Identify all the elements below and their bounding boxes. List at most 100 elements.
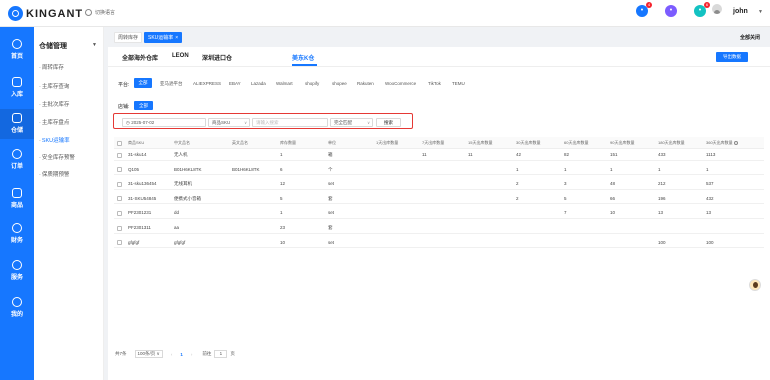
table-row: gfgfgf gfgfgf 10 set 100 100	[114, 237, 764, 249]
nav-item-warehouse[interactable]: 仓储	[0, 109, 34, 139]
customer-service-icon[interactable]: • 6	[694, 2, 710, 17]
submenu-item[interactable]: -主库存盘点	[39, 118, 69, 126]
nav-item-inbound[interactable]: 入库	[0, 73, 34, 103]
platform-option[interactable]: TikTok	[428, 81, 441, 86]
search-button[interactable]: 搜索	[376, 118, 401, 127]
user-icon	[12, 297, 22, 307]
nav-item-order[interactable]: 订单	[0, 145, 34, 175]
page-tab[interactable]: 周转库存	[114, 32, 143, 43]
col-header: 中文品名	[174, 140, 190, 145]
warehouse-tab[interactable]: LEON	[172, 53, 189, 59]
nav-item-product[interactable]: 商品	[0, 184, 34, 214]
platform-option[interactable]: WooCommerce	[385, 81, 416, 86]
platform-option[interactable]: ALIEXPRESS	[193, 81, 221, 86]
platform-option[interactable]: Walmart	[276, 81, 293, 86]
nav-item-home[interactable]: 首页	[0, 35, 34, 65]
platform-option[interactable]: EBAY	[229, 81, 241, 86]
submenu-item[interactable]: -主库存查询	[39, 82, 69, 90]
submenu-item-active[interactable]: -SKU运输率	[39, 136, 70, 144]
platform-all-button[interactable]: 全部	[134, 78, 152, 88]
table-cell: 1	[658, 166, 661, 172]
nav-item-finance[interactable]: 财务	[0, 219, 34, 249]
platform-option[interactable]: TEMU	[452, 81, 465, 86]
table-cell: 无线耳机	[174, 181, 192, 187]
keyword-input[interactable]: 请输入搜索	[252, 118, 328, 127]
table-cell: aa	[174, 225, 180, 230]
table-cell: 212	[658, 181, 666, 187]
product-icon	[12, 188, 22, 198]
language-switcher[interactable]: 切换语言	[85, 9, 115, 16]
table-cell: 196	[658, 195, 666, 201]
row-checkbox[interactable]	[117, 152, 122, 158]
table-row: 31-sku136454 无线耳机 12 set 2 3 48 212 537	[114, 178, 764, 190]
table-cell: 1	[280, 152, 283, 157]
platform-option[interactable]: 亚马逊平台	[160, 81, 183, 87]
message-icon[interactable]: •	[665, 5, 677, 17]
page-size-select[interactable]: 100条/页 ∨	[134, 350, 163, 358]
table-cell: 5	[564, 195, 567, 201]
goto-page-input[interactable]: 1	[214, 350, 228, 358]
select-all-checkbox[interactable]	[117, 140, 122, 146]
warehouse-tab[interactable]: 深圳进口仓	[202, 53, 232, 62]
divider	[108, 66, 770, 67]
platform-option[interactable]: shopee	[332, 81, 347, 86]
username[interactable]: john	[733, 8, 748, 15]
table-cell: 537	[706, 181, 714, 187]
row-checkbox[interactable]	[117, 181, 122, 187]
table-cell: 12	[280, 181, 286, 187]
table-cell: 2	[516, 195, 519, 201]
table-cell: 23	[280, 225, 286, 230]
support-agent-avatar[interactable]	[749, 279, 761, 291]
col-header: 60天出库数量	[564, 140, 589, 145]
row-checkbox[interactable]	[117, 196, 122, 202]
prev-page-icon[interactable]: ‹	[171, 352, 173, 357]
export-button[interactable]: 导出数据	[716, 52, 748, 62]
submenu-item[interactable]: -主批次库存	[39, 100, 69, 108]
platform-option[interactable]: Lazada	[251, 81, 266, 86]
date-picker[interactable]: ◷ 2025-07-02	[122, 118, 206, 127]
service-icon	[12, 260, 22, 270]
table-cell: 151	[610, 152, 618, 157]
nav-label: 服务	[10, 275, 23, 281]
current-page[interactable]: 1	[180, 352, 183, 357]
nav-label: 首页	[10, 54, 23, 60]
chevron-down-icon[interactable]: ▼	[758, 9, 763, 15]
table-cell: set	[328, 210, 335, 216]
finance-icon	[12, 223, 22, 233]
platform-option[interactable]: Rakuten	[357, 81, 374, 86]
warehouse-tab-active[interactable]: 美东K仓	[292, 53, 314, 62]
submenu-item[interactable]: -保质期预警	[39, 170, 69, 178]
table-cell: 1	[706, 166, 709, 172]
nav-item-mine[interactable]: 我的	[0, 293, 34, 323]
service-badge: 6	[704, 2, 710, 8]
row-checkbox[interactable]	[117, 167, 122, 173]
field-select[interactable]: 商品SKU ∨	[208, 118, 250, 127]
table-cell: 66	[610, 195, 616, 201]
shop-all-button[interactable]: 全部	[134, 101, 153, 110]
col-header: 1天出库数量	[376, 140, 399, 145]
goto-label: 前往	[202, 351, 212, 356]
match-select[interactable]: 完全匹配 ∨	[330, 118, 373, 127]
warehouse-tab[interactable]: 全部海外仓库	[122, 53, 158, 62]
row-checkbox[interactable]	[117, 225, 122, 231]
close-all-tabs[interactable]: 全部关闭	[740, 34, 760, 41]
page-tab-active[interactable]: SKU运输率 ×	[144, 32, 183, 43]
nav-item-service[interactable]: 服务	[0, 256, 34, 286]
submenu-item[interactable]: -周转库存	[39, 63, 64, 71]
close-icon[interactable]: ×	[175, 35, 178, 41]
logo[interactable]: KINGANT	[8, 6, 83, 21]
info-icon[interactable]	[733, 140, 738, 145]
notification-bell-icon[interactable]: • 4	[636, 2, 652, 17]
chevron-down-icon[interactable]: ▼	[92, 42, 97, 48]
main-panel: 全部海外仓库 LEON 深圳进口仓 美东K仓 导出数据 平台: 全部 亚马逊平台…	[108, 47, 770, 380]
next-page-icon[interactable]: ›	[191, 352, 193, 357]
submenu-title[interactable]: 仓储管理	[39, 41, 67, 51]
table-cell: 5	[280, 195, 283, 201]
avatar[interactable]	[712, 4, 722, 14]
logo-text: KINGANT	[26, 7, 84, 20]
row-checkbox[interactable]	[117, 240, 122, 246]
col-header: 商品SKU	[128, 140, 145, 145]
row-checkbox[interactable]	[117, 210, 122, 216]
platform-option[interactable]: shopify	[305, 81, 319, 86]
submenu-item[interactable]: -安全库存预警	[39, 153, 75, 161]
